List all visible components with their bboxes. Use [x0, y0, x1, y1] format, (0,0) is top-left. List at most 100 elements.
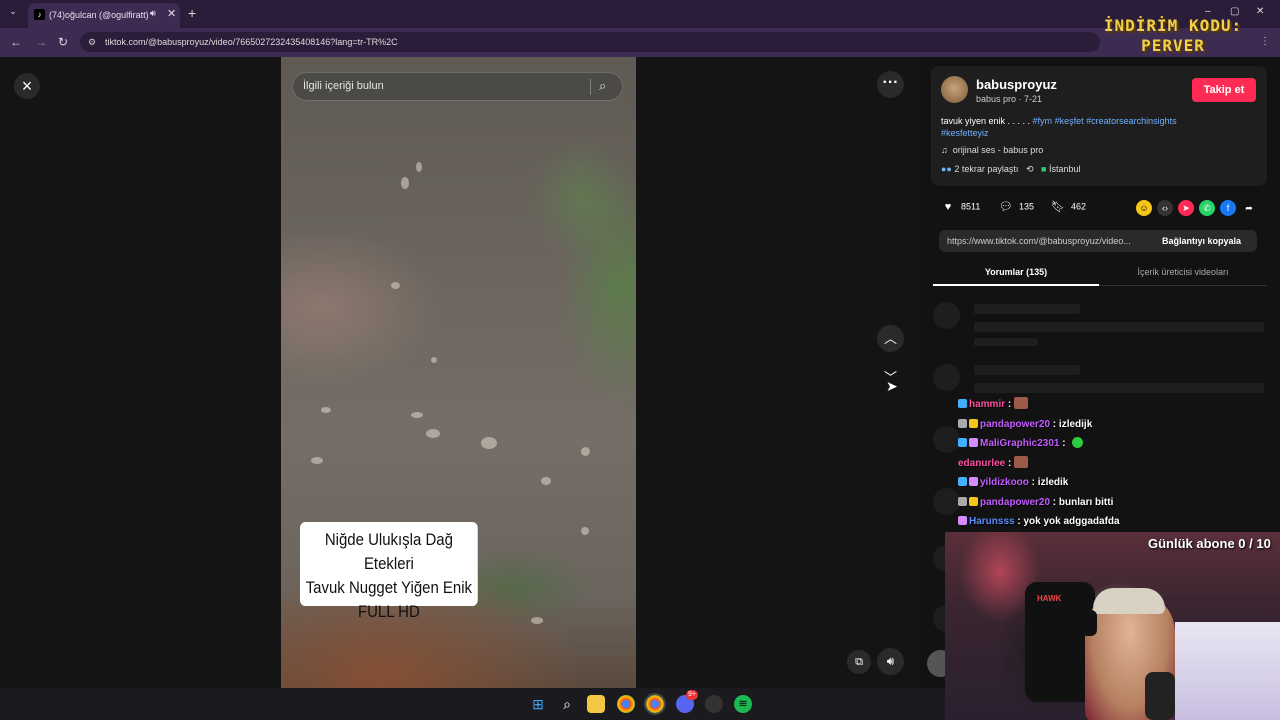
- hashtag[interactable]: #keşfet: [1055, 116, 1084, 126]
- tab-search-button[interactable]: ⌄: [6, 6, 20, 20]
- whatsapp-icon[interactable]: ✆: [1199, 200, 1215, 216]
- badge-icon: [969, 496, 978, 506]
- location-text[interactable]: İstanbul: [1049, 164, 1081, 174]
- share-icon[interactable]: ➦: [1241, 200, 1257, 216]
- tiktok-favicon-icon: ♪: [34, 9, 45, 20]
- hashtag[interactable]: #creatorsearchinsights: [1086, 116, 1177, 126]
- site-info-icon[interactable]: ⚙: [88, 37, 96, 48]
- chat-user: edanurlee: [958, 457, 1006, 469]
- chair-logo: HAWK: [1037, 594, 1062, 603]
- forward-icon[interactable]: →: [35, 35, 47, 49]
- desc-text: tavuk yiyen enik . . . . .: [941, 116, 1033, 126]
- promo-line-1: İNDİRİM KODU:: [1103, 16, 1243, 35]
- music-note-icon: ♫: [941, 145, 948, 155]
- reload-icon[interactable]: ↻: [58, 35, 68, 49]
- comment-skeleton-avatar: [933, 302, 960, 329]
- save-button[interactable]: 🔖︎ 462: [1051, 200, 1086, 214]
- spotify-icon[interactable]: ≋: [734, 695, 752, 713]
- chrome-icon[interactable]: [617, 695, 635, 713]
- comment-skeleton-line: [974, 322, 1264, 332]
- follow-button[interactable]: Takip et: [1192, 78, 1256, 102]
- comment-button[interactable]: 💬︎ 135: [999, 200, 1034, 214]
- chat-line: pandapower20 : bunları bitti: [958, 495, 1158, 515]
- search-placeholder: İlgili içeriği bulun: [303, 80, 384, 92]
- picture-in-picture-button[interactable]: ⧉: [847, 650, 871, 674]
- hashtag[interactable]: #fym: [1033, 116, 1053, 126]
- browser-tab[interactable]: ♪ (74)oğulcan (@ogulfiratt) | 🔊︎ ✕: [28, 3, 180, 28]
- more-options-button[interactable]: ···: [877, 71, 904, 98]
- previous-video-button[interactable]: ︿: [877, 325, 904, 352]
- repost-count[interactable]: 2 tekrar paylaştı: [954, 164, 1018, 174]
- comment-skeleton-line: [974, 383, 1264, 393]
- comment-icon: 💬︎: [999, 201, 1013, 213]
- windows-start-icon[interactable]: ⊞: [529, 695, 547, 713]
- search-icon[interactable]: ⌕: [599, 78, 606, 94]
- app-icon[interactable]: [705, 695, 723, 713]
- chat-user: pandapower20: [980, 496, 1051, 508]
- chat-message: bunları bitti: [1058, 496, 1114, 508]
- send-icon[interactable]: ➤: [1178, 200, 1194, 216]
- speaker-icon[interactable]: 🔊︎: [150, 8, 156, 19]
- address-bar[interactable]: ⚙ tiktok.com/@babusproyuz/video/76650272…: [80, 32, 1100, 52]
- emote-icon: [1014, 455, 1029, 468]
- tab-creator-videos[interactable]: İçerik üreticisi videoları: [1099, 262, 1267, 286]
- caption-line-2: Tavuk Nugget Yiğen Enik: [305, 578, 473, 597]
- new-tab-button[interactable]: +: [188, 5, 196, 21]
- emote-icon: [1072, 437, 1084, 448]
- comment-skeleton-avatar: [933, 488, 960, 515]
- menu-kebab-icon[interactable]: ⋮: [1260, 36, 1270, 47]
- action-row: ♥ 8511 💬︎ 135 🔖︎ 462 ☺ ‹› ➤ ✆ f ➦: [941, 200, 1261, 218]
- like-button[interactable]: ♥ 8511: [941, 200, 981, 214]
- emoji-share-icon[interactable]: ☺: [1136, 200, 1152, 216]
- hashtag[interactable]: #kesfetteyiz: [941, 128, 989, 138]
- chat-user: pandapower20: [980, 418, 1051, 430]
- chat-message: izledijk: [1058, 418, 1093, 430]
- file-explorer-icon[interactable]: [587, 695, 605, 713]
- search-icon[interactable]: ⌕: [558, 695, 576, 713]
- bookmark-icon: 🔖︎: [1051, 201, 1065, 213]
- post-link: https://www.tiktok.com/@babusproyuz/vide…: [947, 236, 1131, 246]
- volume-button[interactable]: 🔊︎: [877, 648, 904, 675]
- chat-message: yok yok adggadafda: [1023, 516, 1120, 527]
- badge-icon: [958, 477, 967, 486]
- comment-skeleton-avatar: [933, 364, 960, 391]
- avatar[interactable]: [941, 76, 968, 103]
- badge-icon: [969, 477, 978, 486]
- chat-line: hammir :: [958, 397, 1158, 417]
- badge-icon: [969, 418, 978, 428]
- panel-tabs: Yorumlar (135) İçerik üreticisi videolar…: [933, 262, 1267, 286]
- badge-icon: [958, 418, 967, 428]
- search-divider: [590, 79, 591, 95]
- discord-icon[interactable]: 9+: [676, 690, 698, 713]
- post-username[interactable]: babusproyuz: [976, 77, 1057, 92]
- chrome-active-icon[interactable]: [644, 693, 666, 715]
- chat-user: yildizkooo: [980, 477, 1029, 488]
- subscriber-goal-counter: Günlük abone 0 / 10: [1148, 536, 1271, 551]
- comment-count: 135: [1019, 201, 1035, 212]
- back-icon[interactable]: ←: [10, 35, 22, 49]
- chat-user: hammir: [969, 399, 1006, 410]
- facebook-icon[interactable]: f: [1220, 200, 1236, 216]
- embed-icon[interactable]: ‹›: [1157, 200, 1173, 216]
- stream-chat-overlay: hammir : pandapower20 : izledijk MaliGra…: [958, 397, 1158, 534]
- save-count: 462: [1071, 201, 1087, 212]
- copy-link-row: https://www.tiktok.com/@babusproyuz/vide…: [939, 230, 1257, 252]
- music-title: orijinal ses - babus pro: [952, 145, 1044, 155]
- chat-user: MaliGraphic2301: [980, 438, 1060, 449]
- chat-line: pandapower20 : izledijk: [958, 417, 1158, 437]
- related-search-input[interactable]: İlgili içeriği bulun ⌕: [292, 72, 623, 101]
- comment-skeleton-line: [974, 304, 1080, 314]
- taskbar: [0, 688, 945, 720]
- badge-icon: [958, 438, 967, 447]
- window-close-icon[interactable]: ✕: [1256, 6, 1264, 17]
- music-row[interactable]: ♫ orijinal ses - babus pro: [941, 145, 1043, 155]
- location-icon: ■: [1041, 164, 1047, 174]
- close-video-button[interactable]: ×: [14, 73, 40, 99]
- post-subline: babus pro · 7-21: [976, 94, 1043, 104]
- background-shelf: [1175, 622, 1280, 720]
- comment-skeleton-avatar: [933, 426, 960, 453]
- copy-link-button[interactable]: Bağlantıyı kopyala: [1162, 236, 1241, 246]
- tab-close-icon[interactable]: ✕: [167, 7, 176, 20]
- tab-comments[interactable]: Yorumlar (135): [933, 262, 1099, 286]
- emote-icon: [1014, 397, 1029, 409]
